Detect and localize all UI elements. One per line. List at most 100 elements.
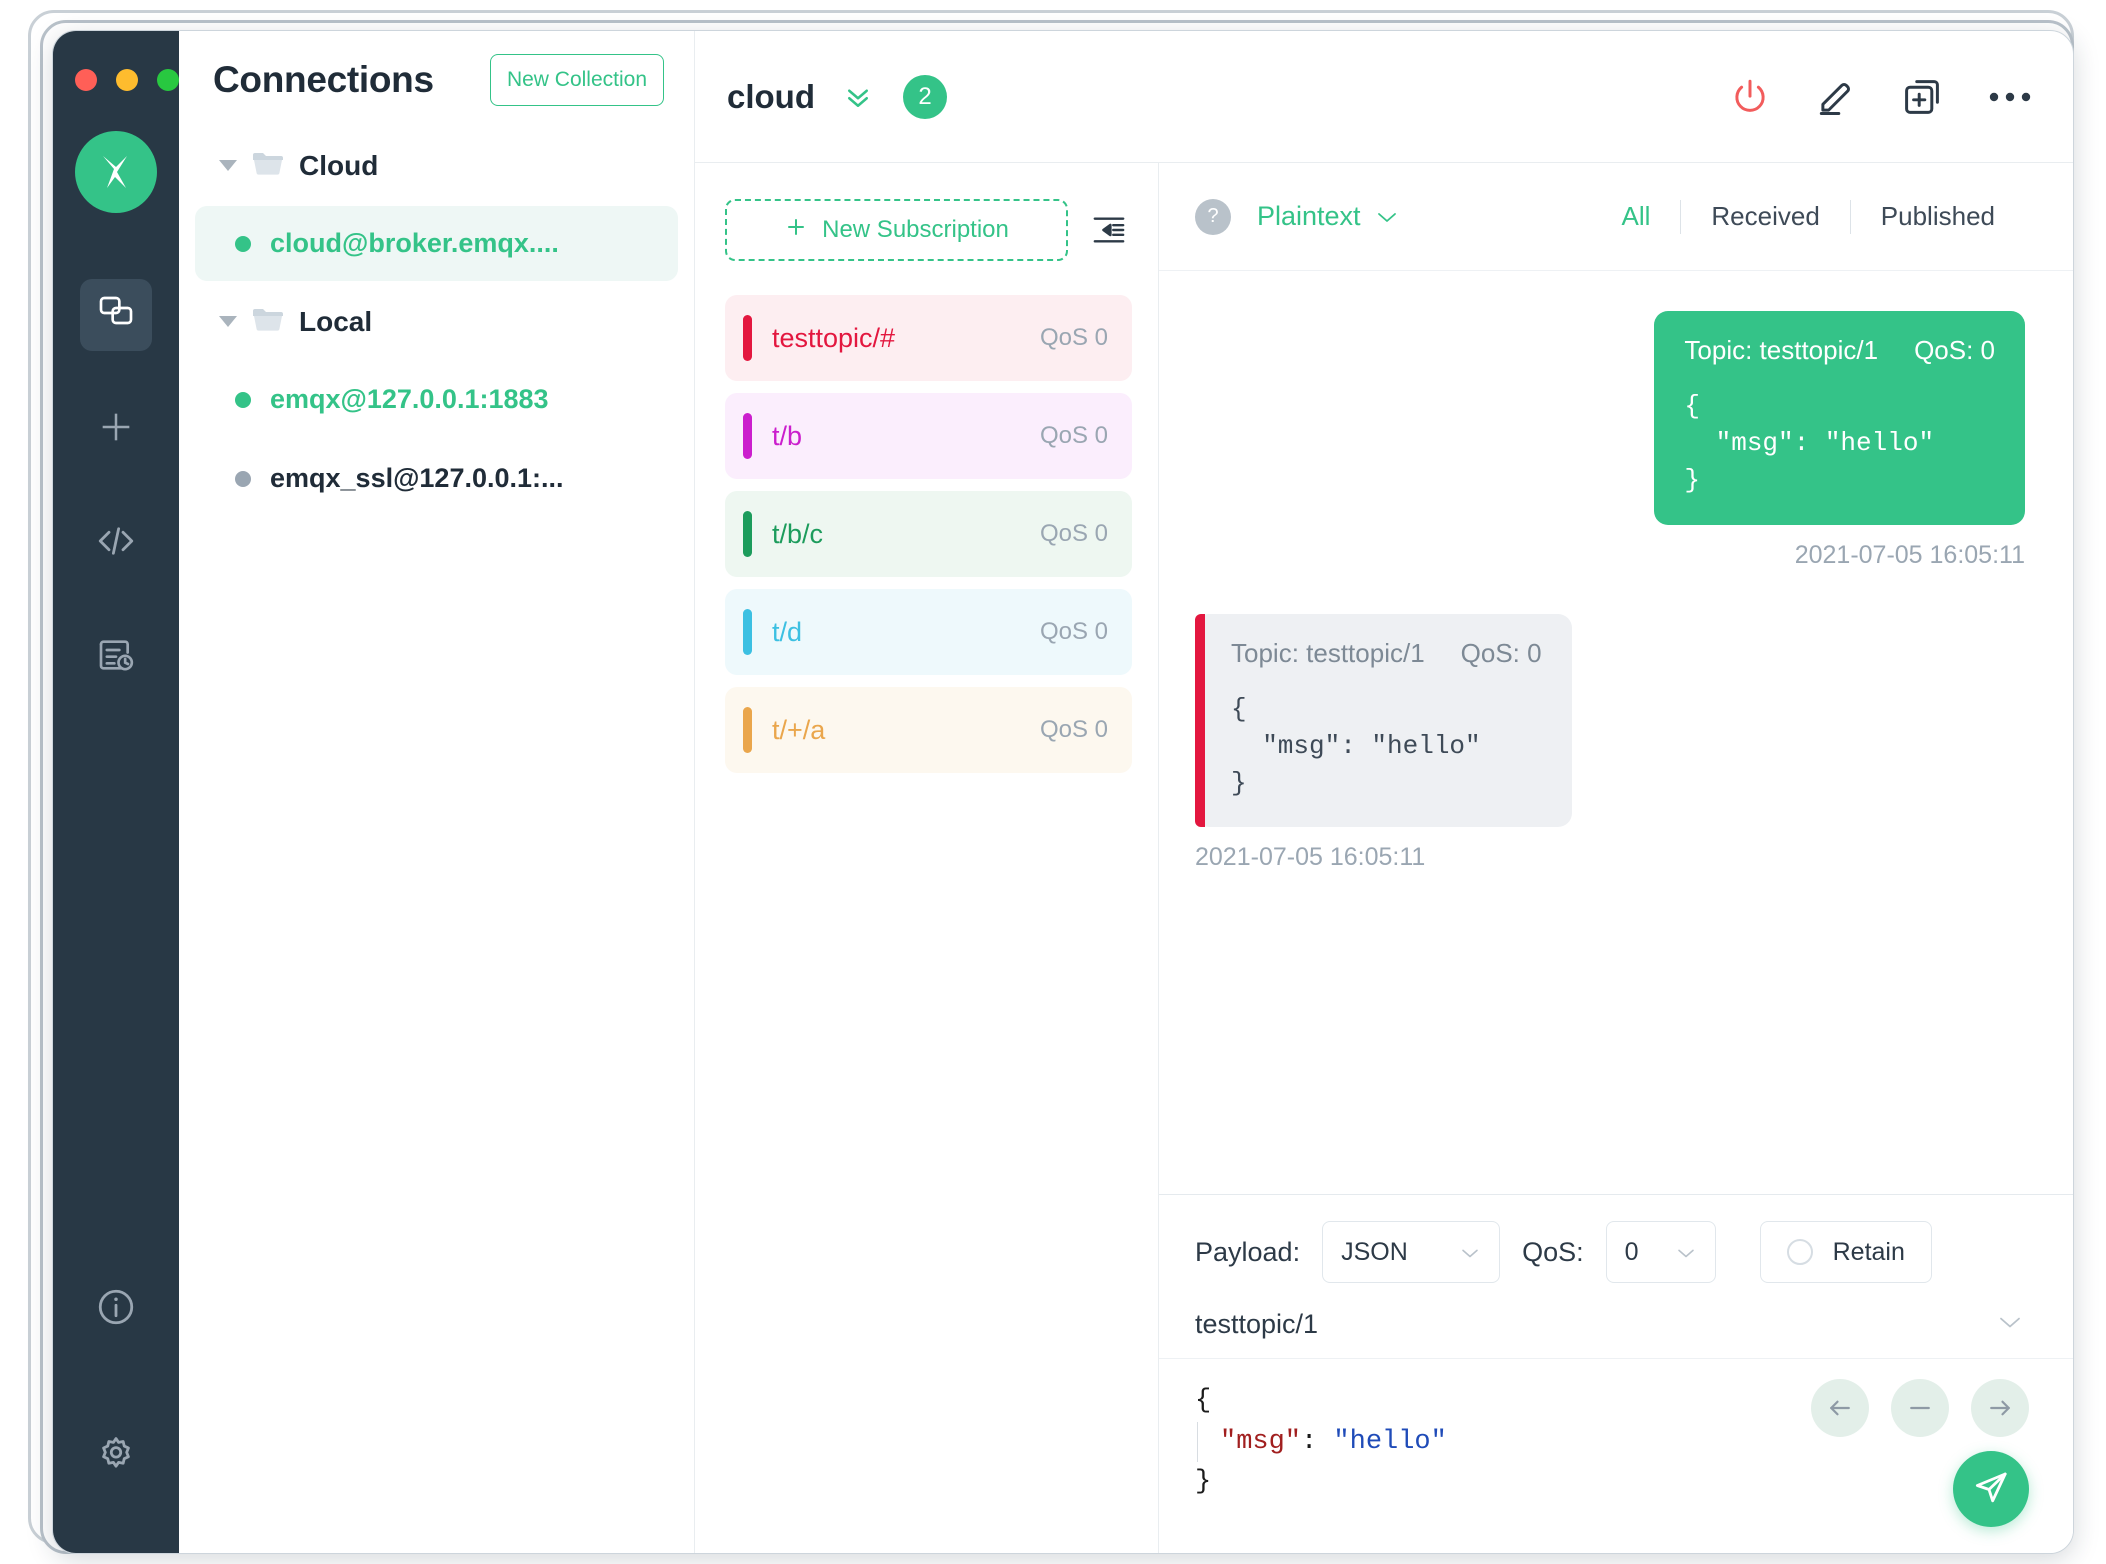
message-topic: Topic: testtopic/1 [1684,335,1879,365]
sidebar-item-log[interactable] [80,621,152,693]
sidebar-item-new-connection[interactable] [80,393,152,465]
publish-topic-value: testtopic/1 [1195,1309,1319,1339]
connection-group-local[interactable]: Local [193,285,680,358]
subscription-item[interactable]: t/b/c QoS 0 [725,491,1132,577]
about-info-icon [95,1286,137,1333]
message-row-received: Topic: testtopic/1 QoS: 0 { "msg": "hell… [1195,613,2025,873]
editor-step-buttons [1811,1379,2029,1437]
sidebar-item-about[interactable] [80,1273,152,1345]
payload-format-selector[interactable]: Plaintext [1257,201,1399,232]
connection-item-emqx[interactable]: emqx@127.0.0.1:1883 [195,362,678,437]
filter-published[interactable]: Published [1851,201,2025,232]
payload-format-label: Plaintext [1257,201,1361,231]
connection-label: emqx_ssl@127.0.0.1:... [270,463,564,493]
topbar-actions [1729,76,2033,118]
mqtt-client-window: Connections New Collection Cloud cloud@b… [52,30,2074,1554]
editor-json-colon: : [1301,1426,1334,1457]
status-indicator-connected [235,235,251,252]
new-connection-icon [96,407,136,452]
filter-all[interactable]: All [1591,201,1680,232]
chevron-down-icon [219,316,237,327]
qos-value: 0 [1624,1237,1639,1266]
qos-select[interactable]: 0 [1605,1221,1716,1283]
sidebar-item-scripts[interactable] [80,507,152,579]
folder-icon [251,149,285,182]
subscription-topic: testtopic/# [772,322,896,353]
subscription-color-bar [743,707,752,753]
sidebar-item-settings[interactable] [80,1421,152,1493]
subscription-color-bar [743,315,752,361]
edit-pencil-icon[interactable] [1815,76,1857,118]
maximize-window-button[interactable] [157,69,179,91]
subscription-color-bar [743,511,752,557]
more-options-icon[interactable] [1987,88,2033,106]
message-qos: QoS: 0 [1914,335,1995,365]
publish-topic-select[interactable]: testtopic/1 [1159,1303,2073,1359]
status-indicator-disconnected [235,470,251,487]
publish-options: Payload: JSON QoS: 0 Retain [1159,1195,2073,1303]
connection-group-cloud[interactable]: Cloud [193,129,680,202]
subscription-qos: QoS 0 [1039,520,1108,547]
message-bubble[interactable]: Topic: testtopic/1 QoS: 0 { "msg": "hell… [1654,311,2025,525]
chevron-double-down-icon[interactable] [839,82,877,112]
message-topic: Topic: testtopic/1 [1231,637,1425,668]
connection-item-cloud[interactable]: cloud@broker.emqx.... [195,206,678,281]
message-list: Topic: testtopic/1 QoS: 0 { "msg": "hell… [1159,271,2073,1194]
publish-payload-editor[interactable]: {"msg": "hello"} [1159,1359,2073,1553]
power-disconnect-icon[interactable] [1729,76,1771,118]
chevron-down-icon [219,160,237,171]
message-topic-color-bar [1195,613,1205,828]
new-collection-button[interactable]: New Collection [489,54,664,106]
collapse-panel-icon[interactable] [1086,209,1132,251]
filter-received[interactable]: Received [1681,201,1849,232]
messages-toolbar: ? Plaintext All Received Published [1159,163,2073,271]
subscription-item[interactable]: t/b QoS 0 [725,393,1132,479]
step-back-icon[interactable] [1811,1379,1869,1437]
folder-label: Cloud [299,149,379,181]
subscription-qos: QoS 0 [1039,324,1108,351]
minimize-window-button[interactable] [116,69,138,91]
subscription-item[interactable]: t/d QoS 0 [725,589,1132,675]
workspace-body: New Subscription testtopic/# QoS 0 t/b Q… [695,163,2073,1553]
message-payload: { "msg": "hello" } [1684,391,1935,495]
subscription-item[interactable]: t/+/a QoS 0 [725,687,1132,773]
retain-toggle[interactable]: Retain [1759,1221,1932,1283]
rail-bottom-group [53,1273,179,1493]
new-subscription-button[interactable]: New Subscription [725,199,1068,261]
help-question-icon[interactable]: ? [1195,198,1231,235]
connection-label: cloud@broker.emqx.... [270,228,559,258]
chevron-down-icon [1675,1238,1697,1267]
status-indicator-connected [235,391,251,408]
connection-title: cloud [727,77,815,115]
new-window-plus-icon[interactable] [1901,76,1943,118]
sidebar-item-connections[interactable] [80,279,152,351]
message-meta: Topic: testtopic/1 QoS: 0 [1231,638,1542,669]
settings-gear-icon [95,1434,137,1481]
message-bubble[interactable]: Topic: testtopic/1 QoS: 0 { "msg": "hell… [1195,613,1572,828]
message-meta: Topic: testtopic/1 QoS: 0 [1684,335,1995,366]
step-forward-icon[interactable] [1971,1379,2029,1437]
editor-json-key: "msg" [1220,1426,1302,1457]
message-timestamp: 2021-07-05 16:05:11 [1195,843,1426,872]
send-message-button[interactable] [1953,1451,2029,1527]
connections-panel: Connections New Collection Cloud cloud@b… [179,31,695,1553]
collapse-minus-icon[interactable] [1891,1379,1949,1437]
editor-indent-guide: "msg": "hello" [1197,1421,1447,1462]
subscription-topic: t/b/c [772,518,824,549]
close-window-button[interactable] [75,69,97,91]
connection-item-emqx-ssl[interactable]: emqx_ssl@127.0.0.1:... [195,441,678,516]
app-root: Connections New Collection Cloud cloud@b… [0,0,2106,1564]
message-count-badge: 2 [903,74,947,119]
message-payload: { "msg": "hello" } [1231,693,1481,798]
subscription-qos: QoS 0 [1039,716,1108,743]
editor-line-open: { [1195,1386,1212,1416]
log-history-icon [96,635,136,680]
subscription-color-bar [743,609,752,655]
payload-type-select[interactable]: JSON [1322,1221,1501,1283]
subscription-topic: t/+/a [772,714,826,745]
subscription-item[interactable]: testtopic/# QoS 0 [725,295,1132,381]
editor-json-value: "hello" [1333,1426,1447,1457]
chevron-down-icon [1375,201,1399,232]
payload-type-value: JSON [1341,1237,1408,1266]
page-title: Connections [213,59,434,100]
